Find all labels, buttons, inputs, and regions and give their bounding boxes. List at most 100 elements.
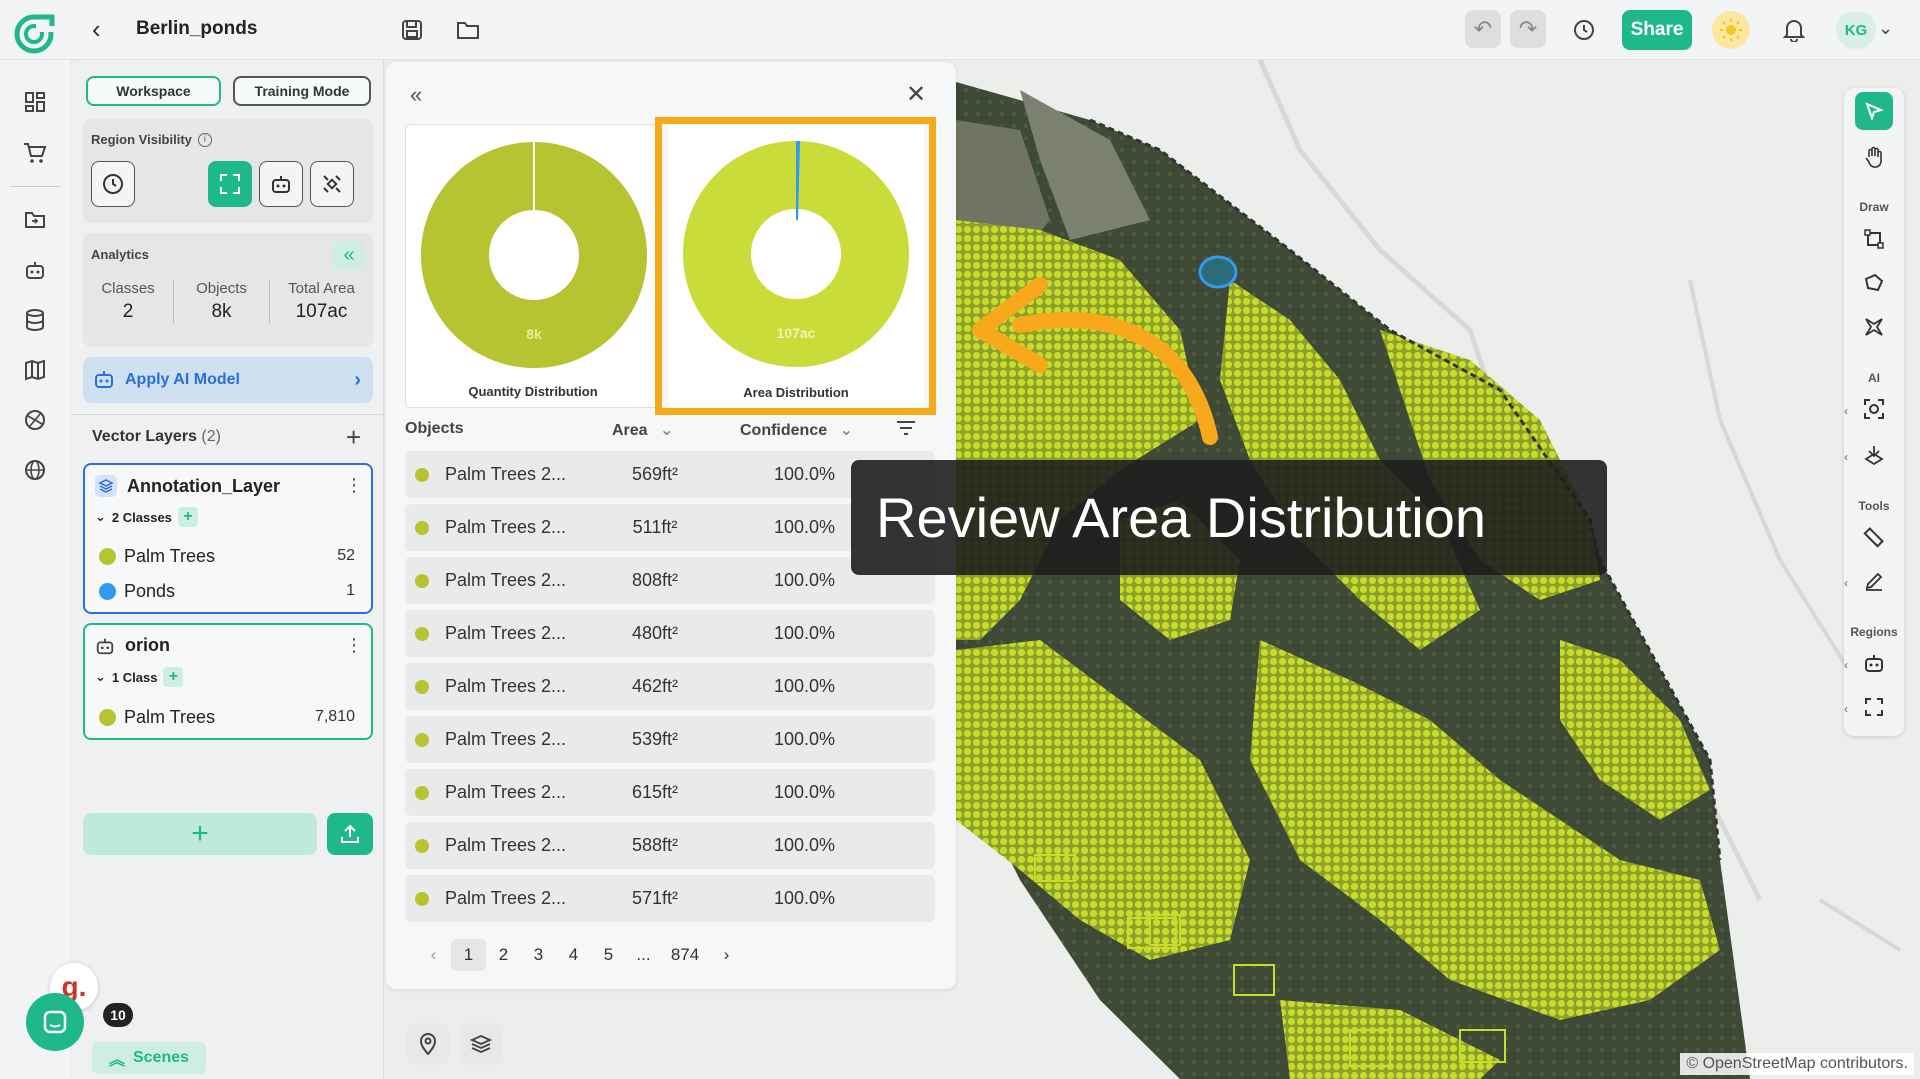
column-objects[interactable]: Objects (405, 420, 464, 438)
map-icon[interactable] (20, 355, 50, 385)
layers-stack-icon[interactable] (460, 1023, 502, 1065)
panel-divider (71, 414, 383, 415)
share-button[interactable]: Share (1622, 10, 1692, 50)
donut-center-label: 8k (526, 326, 542, 342)
save-icon[interactable] (396, 14, 428, 46)
location-pin-icon[interactable] (407, 1023, 449, 1065)
chevron-left-icon[interactable]: ‹ (1844, 658, 1848, 672)
collapse-panel-icon[interactable]: « (410, 82, 422, 108)
prev-page-icon[interactable]: ‹ (416, 939, 451, 971)
row-confidence: 100.0% (773, 835, 835, 855)
chevron-down-icon: ⌄ (95, 509, 106, 524)
layer-card-orion[interactable]: orion ⋮ ⌄ 1 Class + Palm Trees 7,810 (83, 623, 373, 740)
page-2[interactable]: 2 (486, 939, 521, 971)
table-row[interactable]: Palm Trees 2... 571ft² 100.0% (405, 875, 935, 922)
vector-layers-label: Vector Layers (92, 428, 197, 445)
apply-ai-model-button[interactable]: Apply AI Model › (83, 357, 373, 403)
page-5[interactable]: 5 (591, 939, 626, 971)
layer-card-annotation[interactable]: Annotation_Layer ⋮ ⌄ 2 Classes + Palm Tr… (83, 463, 373, 614)
column-confidence[interactable]: Confidence ⌄ (740, 420, 853, 440)
polygon-draw-icon[interactable] (1855, 264, 1893, 302)
bell-icon[interactable] (1778, 14, 1810, 46)
chevron-left-icon[interactable]: ‹ (1844, 702, 1848, 716)
multi-polygon-icon[interactable] (1855, 308, 1893, 346)
add-layer-icon[interactable]: + (346, 422, 361, 453)
chevron-down-icon[interactable]: ⌄ (1878, 18, 1893, 39)
class-row-ponds[interactable]: Ponds 1 (99, 577, 355, 605)
add-layer-button[interactable]: + (83, 813, 317, 855)
ai-detect-icon[interactable] (1855, 390, 1893, 428)
layer-classes-toggle[interactable]: ⌄ 1 Class + (95, 667, 184, 687)
globe-network-icon[interactable] (20, 405, 50, 435)
collapse-analytics-icon[interactable]: « (333, 241, 365, 269)
satellite-region-icon[interactable] (310, 161, 354, 207)
clock-icon[interactable] (91, 161, 135, 207)
more-vertical-icon[interactable]: ⋮ (345, 475, 363, 496)
undo-icon[interactable]: ↶ (1465, 10, 1501, 48)
vector-layers-count: (2) (201, 428, 221, 445)
region-visibility-label: Region Visibility (91, 132, 192, 147)
table-row[interactable]: Palm Trees 2... 588ft² 100.0% (405, 822, 935, 869)
close-icon[interactable]: ✕ (906, 80, 926, 109)
column-area[interactable]: Area ⌄ (612, 420, 673, 440)
classes-count-label: 2 Classes (111, 509, 172, 525)
fullscreen-region-icon[interactable] (208, 161, 252, 207)
folder-icon[interactable] (452, 14, 484, 46)
more-vertical-icon[interactable]: ⋮ (345, 635, 363, 656)
page-last[interactable]: 874 (661, 939, 709, 971)
next-page-icon[interactable]: › (709, 939, 744, 971)
database-icon[interactable] (20, 305, 50, 335)
table-row[interactable]: Palm Trees 2... 480ft² 100.0% (405, 610, 935, 657)
table-row[interactable]: Palm Trees 2... 462ft² 100.0% (405, 663, 935, 710)
chat-icon[interactable] (26, 993, 84, 1051)
page-1[interactable]: 1 (451, 939, 486, 971)
ai-section-label: AI (1868, 371, 1880, 385)
folder-import-icon[interactable] (20, 205, 50, 235)
globe-icon[interactable] (20, 455, 50, 485)
filter-icon[interactable] (896, 420, 916, 441)
training-mode-button[interactable]: Training Mode (233, 76, 371, 106)
app-logo[interactable] (12, 12, 56, 56)
layers-icon (95, 475, 117, 497)
history-icon[interactable] (1568, 14, 1600, 46)
info-icon[interactable]: i (197, 132, 212, 147)
chevron-down-icon: ⌄ (839, 422, 853, 439)
robot-icon (93, 370, 115, 390)
layer-classes-toggle[interactable]: ⌄ 2 Classes + (95, 507, 198, 527)
page-3[interactable]: 3 (521, 939, 556, 971)
table-row[interactable]: Palm Trees 2... 539ft² 100.0% (405, 716, 935, 763)
robot-icon[interactable] (20, 255, 50, 285)
select-cursor-icon[interactable] (1855, 92, 1893, 130)
table-row[interactable]: Palm Trees 2... 615ft² 100.0% (405, 769, 935, 816)
cart-icon[interactable] (20, 138, 50, 168)
fullscreen-icon[interactable] (1855, 688, 1893, 726)
workspace-button[interactable]: Workspace (86, 76, 221, 106)
ruler-icon[interactable] (1855, 518, 1893, 556)
pencil-icon[interactable] (1855, 562, 1893, 600)
scenes-label: Scenes (132, 1049, 190, 1066)
class-row-palm-trees[interactable]: Palm Trees 52 (99, 542, 355, 570)
theme-toggle-sun-icon[interactable] (1712, 11, 1750, 49)
redo-icon[interactable]: ↷ (1510, 10, 1546, 48)
hand-pan-icon[interactable] (1855, 138, 1893, 176)
dashboard-icon[interactable] (20, 87, 50, 117)
add-class-icon[interactable]: + (163, 667, 184, 687)
rectangle-draw-icon[interactable] (1855, 220, 1893, 258)
add-class-icon[interactable]: + (177, 507, 198, 527)
ai-segment-icon[interactable] (1855, 436, 1893, 474)
scenes-button[interactable]: ︽ Scenes (92, 1042, 206, 1074)
user-avatar[interactable]: KG (1836, 11, 1876, 49)
upload-icon[interactable] (327, 813, 373, 855)
page-4[interactable]: 4 (556, 939, 591, 971)
stat-value: 8k (211, 301, 232, 322)
chevron-left-icon[interactable]: ‹ (1844, 450, 1848, 464)
chevron-left-icon[interactable]: ‹ (1844, 404, 1848, 418)
class-row-palm-trees[interactable]: Palm Trees 7,810 (99, 703, 355, 731)
robot-region-icon[interactable] (1855, 644, 1893, 682)
class-name: Ponds (124, 580, 176, 601)
row-name: Palm Trees 2... (445, 835, 567, 855)
robot-region-icon[interactable] (259, 161, 303, 207)
chevron-left-icon[interactable]: ‹ (1844, 576, 1848, 590)
row-area: 588ft² (631, 835, 679, 855)
back-arrow-icon[interactable]: ‹ (92, 16, 101, 42)
